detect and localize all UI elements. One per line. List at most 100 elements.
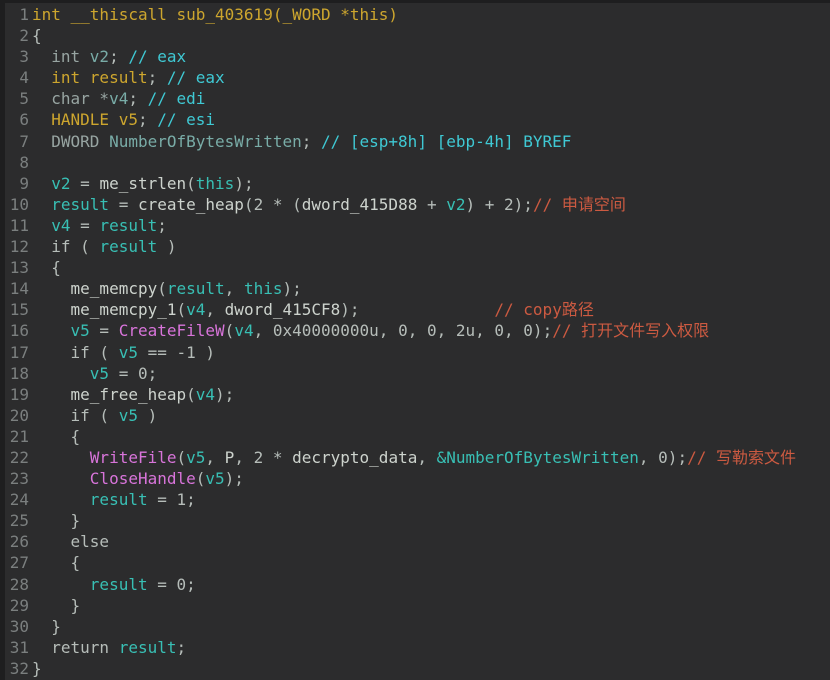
code-line[interactable]: 17 if ( v5 == -1 )	[5, 342, 830, 363]
token-var[interactable]: v5	[90, 364, 109, 383]
line-number: 22	[5, 447, 32, 468]
code-line[interactable]: 23 CloseHandle(v5);	[5, 468, 830, 489]
token-def	[32, 364, 90, 383]
token-def: ,	[417, 448, 436, 467]
code-line[interactable]: 11 v4 = result;	[5, 215, 830, 236]
code-text: HANDLE v5; // esi	[32, 109, 830, 130]
code-line[interactable]: 4 int result; // eax	[5, 67, 830, 88]
token-var[interactable]: v5	[119, 343, 138, 362]
token-var[interactable]: &NumberOfBytesWritten	[437, 448, 639, 467]
token-def: (	[225, 321, 235, 340]
token-api[interactable]: CloseHandle	[90, 469, 196, 488]
code-line[interactable]: 29 }	[5, 595, 830, 616]
token-def: }	[32, 596, 80, 615]
token-gold[interactable]: HANDLE v5	[32, 110, 138, 129]
token-def: ;	[138, 110, 157, 129]
code-line[interactable]: 19 me_free_heap(v4);	[5, 384, 830, 405]
code-line[interactable]: 9 v2 = me_strlen(this);	[5, 173, 830, 194]
token-api[interactable]: CreateFileW	[119, 321, 225, 340]
code-line[interactable]: 1int __thiscall sub_403619(_WORD *this)	[5, 4, 830, 25]
code-line[interactable]: 31 return result;	[5, 637, 830, 658]
code-line[interactable]: 13 {	[5, 257, 830, 278]
token-def: return	[32, 638, 119, 657]
code-line[interactable]: 16 v5 = CreateFileW(v4, 0x40000000u, 0, …	[5, 320, 830, 341]
token-id[interactable]: decrypto_data	[292, 448, 417, 467]
token-id[interactable]: me_memcpy	[71, 279, 158, 298]
token-var[interactable]: v5	[119, 406, 138, 425]
token-var[interactable]: v4	[196, 385, 215, 404]
code-line[interactable]: 5 char *v4; // edi	[5, 88, 830, 109]
token-def: ;	[148, 68, 167, 87]
line-number: 8	[5, 152, 32, 173]
token-var[interactable]: v4	[51, 216, 70, 235]
line-number: 31	[5, 637, 32, 658]
code-line[interactable]: 18 v5 = 0;	[5, 363, 830, 384]
token-dvar[interactable]: NumberOfBytesWritten	[109, 132, 302, 151]
code-line[interactable]: 12 if ( result )	[5, 236, 830, 257]
token-var[interactable]: v4	[234, 321, 253, 340]
token-id[interactable]: create_heap	[138, 195, 244, 214]
line-number: 21	[5, 426, 32, 447]
token-def: ;	[157, 216, 167, 235]
token-var[interactable]: this	[196, 174, 235, 193]
code-line[interactable]: 32}	[5, 658, 830, 679]
token-var[interactable]: v2	[51, 174, 70, 193]
code-text: {	[32, 426, 830, 447]
code-line[interactable]: 22 WriteFile(v5, P, 2 * decrypto_data, &…	[5, 447, 830, 468]
token-var[interactable]: v5	[71, 321, 90, 340]
token-id[interactable]: me_strlen	[99, 174, 186, 193]
token-var[interactable]: result	[90, 575, 148, 594]
token-id[interactable]: P	[225, 448, 235, 467]
code-text: result = create_heap(2 * (dword_415D88 +…	[32, 194, 830, 215]
code-line[interactable]: 30 }	[5, 616, 830, 637]
pseudocode-view[interactable]: 1int __thiscall sub_403619(_WORD *this)2…	[0, 0, 830, 680]
token-cmt: // 申请空间	[533, 195, 626, 214]
token-id[interactable]: me_free_heap	[71, 385, 187, 404]
token-var[interactable]: result	[99, 216, 157, 235]
code-line[interactable]: 20 if ( v5 )	[5, 405, 830, 426]
code-line[interactable]: 14 me_memcpy(result, this);	[5, 278, 830, 299]
token-var[interactable]: result	[119, 638, 177, 657]
token-var[interactable]: result	[99, 237, 157, 256]
token-def: ;	[302, 132, 321, 151]
token-dvar[interactable]: v4	[109, 89, 128, 108]
code-line[interactable]: 3 int v2; // eax	[5, 46, 830, 67]
code-line[interactable]: 24 result = 1;	[5, 489, 830, 510]
code-line[interactable]: 28 result = 0;	[5, 574, 830, 595]
token-reg: // esi	[157, 110, 215, 129]
token-api[interactable]: WriteFile	[90, 448, 177, 467]
code-line[interactable]: 25 }	[5, 510, 830, 531]
token-def: else	[32, 532, 109, 551]
token-def: == -1 )	[138, 343, 215, 362]
code-text: if ( result )	[32, 236, 830, 257]
line-number: 18	[5, 363, 32, 384]
code-listing: 1int __thiscall sub_403619(_WORD *this)2…	[5, 4, 830, 679]
token-var[interactable]: result	[51, 195, 109, 214]
token-var[interactable]: this	[244, 279, 283, 298]
token-var[interactable]: v5	[205, 469, 224, 488]
token-var[interactable]: result	[90, 490, 148, 509]
token-def	[32, 216, 51, 235]
token-var[interactable]: v4	[186, 300, 205, 319]
token-gold[interactable]: int __thiscall sub_403619(_WORD *this)	[32, 5, 398, 24]
code-text: result = 0;	[32, 574, 830, 595]
token-id[interactable]: dword_415CF8	[225, 300, 341, 319]
token-var[interactable]: result	[167, 279, 225, 298]
token-id[interactable]: me_memcpy_1	[71, 300, 177, 319]
token-var[interactable]: v5	[186, 448, 205, 467]
code-line[interactable]: 2{	[5, 25, 830, 46]
code-text: if ( v5 == -1 )	[32, 342, 830, 363]
code-line[interactable]: 7 DWORD NumberOfBytesWritten; // [esp+8h…	[5, 131, 830, 152]
code-line[interactable]: 8	[5, 152, 830, 173]
code-line[interactable]: 26 else	[5, 531, 830, 552]
code-line[interactable]: 6 HANDLE v5; // esi	[5, 109, 830, 130]
code-line[interactable]: 15 me_memcpy_1(v4, dword_415CF8); // cop…	[5, 299, 830, 320]
token-dvar[interactable]: v2	[90, 47, 109, 66]
token-var[interactable]: v2	[446, 195, 465, 214]
code-line[interactable]: 27 {	[5, 552, 830, 573]
code-line[interactable]: 21 {	[5, 426, 830, 447]
token-id[interactable]: dword_415D88	[302, 195, 418, 214]
code-line[interactable]: 10 result = create_heap(2 * (dword_415D8…	[5, 194, 830, 215]
token-def: ,	[205, 300, 224, 319]
token-gold[interactable]: int result	[32, 68, 148, 87]
